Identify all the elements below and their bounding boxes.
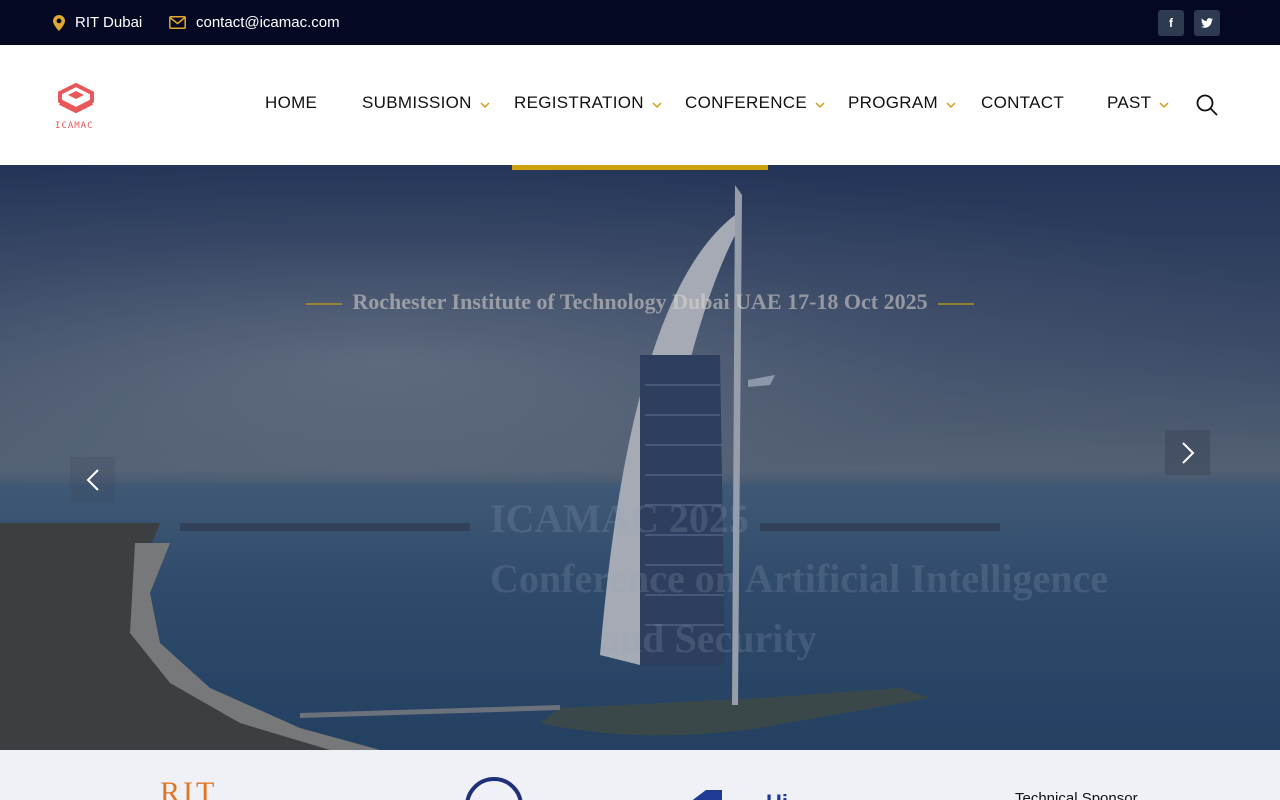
nav-label: HOME bbox=[265, 93, 318, 112]
facebook-button[interactable]: f bbox=[1158, 10, 1184, 36]
facebook-icon: f bbox=[1169, 16, 1173, 30]
nav-label: CONTACT bbox=[981, 93, 1064, 112]
hero-title-line-3: and Security bbox=[600, 616, 817, 661]
hero-subtitle-text: Rochester Institute of Technology Dubai … bbox=[352, 289, 928, 314]
nav-conference[interactable]: CONFERENCE bbox=[685, 93, 825, 113]
nav-home[interactable]: HOME bbox=[265, 93, 317, 113]
chevron-down-icon bbox=[815, 102, 825, 108]
chevron-down-icon bbox=[946, 102, 956, 108]
chevron-right-icon bbox=[1181, 441, 1194, 464]
chevron-left-icon bbox=[86, 468, 99, 491]
email-text: contact@icamac.com bbox=[196, 14, 340, 31]
nav-label: REGISTRATION bbox=[514, 93, 644, 112]
university-seal-logo[interactable] bbox=[465, 777, 523, 800]
technical-sponsor-label: Technical Sponsor bbox=[1015, 790, 1138, 800]
hero-subtitle: Rochester Institute of Technology Dubai … bbox=[0, 289, 1280, 315]
slider-next-button[interactable] bbox=[1165, 430, 1210, 475]
logo-text: ICAMAC bbox=[55, 121, 94, 131]
nav-submission[interactable]: SUBMISSION bbox=[362, 93, 490, 113]
nav-label: CONFERENCE bbox=[685, 93, 808, 112]
nav-active-indicator bbox=[512, 165, 768, 170]
hero-overlay bbox=[0, 165, 1280, 750]
decorative-line bbox=[306, 302, 343, 305]
nav-registration[interactable]: REGISTRATION bbox=[514, 93, 662, 113]
envelope-icon bbox=[169, 16, 186, 29]
nav-label: PROGRAM bbox=[848, 93, 938, 112]
location-info: RIT Dubai bbox=[53, 0, 142, 45]
top-bar: RIT Dubai contact@icamac.com f bbox=[0, 0, 1280, 45]
nav-label: PAST bbox=[1107, 93, 1152, 112]
chevron-down-icon bbox=[652, 102, 662, 108]
slider-prev-button[interactable] bbox=[70, 457, 115, 502]
twitter-icon bbox=[1201, 18, 1213, 28]
nav-past[interactable]: PAST bbox=[1107, 93, 1169, 113]
twitter-button[interactable] bbox=[1194, 10, 1220, 36]
search-icon[interactable] bbox=[1195, 93, 1219, 117]
hero-title-line-2: Conference on Artificial Intelligence bbox=[490, 556, 1109, 601]
nav-program[interactable]: PROGRAM bbox=[848, 93, 956, 113]
chevron-down-icon bbox=[480, 102, 490, 108]
sponsor-logo-text[interactable]: Hi bbox=[766, 790, 788, 800]
sponsor-logo-shape bbox=[690, 790, 722, 800]
main-header: ICAMAC HOME SUBMISSION REGISTRATION CONF… bbox=[0, 45, 1280, 165]
decorative-line bbox=[937, 302, 974, 305]
rit-logo[interactable]: RIT bbox=[160, 776, 217, 800]
email-link[interactable]: contact@icamac.com bbox=[169, 0, 340, 45]
nav-contact[interactable]: CONTACT bbox=[981, 93, 1064, 113]
map-pin-icon bbox=[53, 14, 65, 31]
nav-label: SUBMISSION bbox=[362, 93, 472, 112]
hero-slider: Rochester Institute of Technology Dubai … bbox=[0, 165, 1280, 750]
location-text: RIT Dubai bbox=[75, 14, 143, 31]
hero-title-line-1: ICAMAC 2025 bbox=[490, 496, 749, 541]
sponsors-strip: RIT Hi Technical Sponsor bbox=[0, 750, 1280, 800]
chevron-down-icon bbox=[1159, 102, 1169, 108]
